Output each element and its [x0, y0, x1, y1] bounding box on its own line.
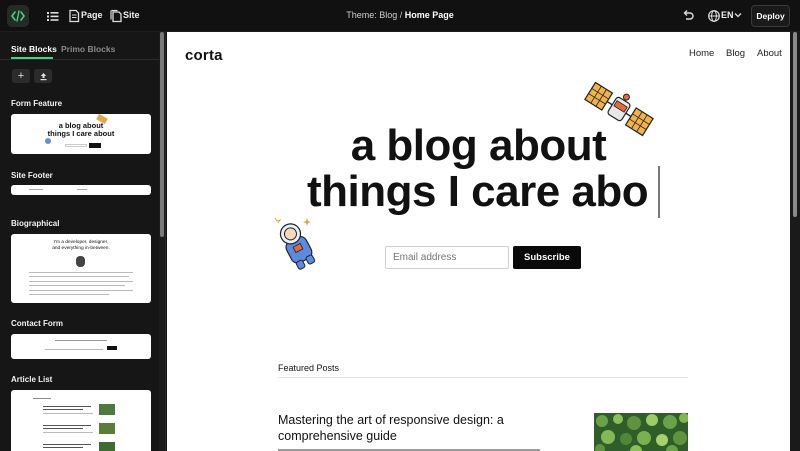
thumb-line — [29, 281, 133, 282]
thumb-line — [29, 285, 125, 286]
tab-primo-blocks[interactable]: Primo Blocks — [61, 44, 115, 54]
hero-heading-line-2[interactable]: things I care abo — [307, 168, 662, 216]
thumb-line — [55, 340, 107, 341]
thumb-line — [43, 444, 91, 445]
block-label-article-list: Article List — [11, 375, 53, 384]
astronaut-illustration — [274, 217, 316, 270]
breadcrumb-page: Home Page — [404, 10, 454, 20]
deploy-button[interactable]: Deploy — [751, 5, 790, 27]
post-thumbnail[interactable] — [594, 413, 688, 451]
chevron-down-icon[interactable] — [733, 10, 743, 20]
thumb-line — [29, 290, 133, 291]
block-thumb-site-footer[interactable] — [11, 185, 151, 195]
thumb-line — [77, 189, 87, 190]
undo-icon[interactable] — [681, 9, 695, 23]
block-label-form-feature: Form Feature — [11, 99, 63, 108]
thumb-input — [65, 144, 87, 147]
block-thumb-biographical[interactable]: I'm a developer, designer, and everythin… — [11, 234, 151, 303]
block-label-biographical: Biographical — [11, 219, 60, 228]
nav-link-about[interactable]: About — [757, 48, 782, 59]
language-label[interactable]: EN — [721, 10, 734, 20]
thumb-button — [107, 346, 117, 350]
astronaut-mini-icon — [45, 138, 51, 144]
divider — [278, 377, 688, 378]
nav-link-blog[interactable]: Blog — [726, 48, 745, 59]
breadcrumb: Theme: Blog / Home Page — [0, 10, 800, 20]
block-thumb-form-feature[interactable]: a blog about things I care about — [11, 114, 151, 154]
thumb-line — [29, 294, 109, 295]
upload-icon — [40, 72, 46, 80]
thumb-line — [43, 428, 83, 429]
thumb-image — [99, 442, 115, 451]
block-thumb-article-list[interactable] — [11, 390, 151, 451]
preview-scrollbar[interactable] — [793, 32, 797, 217]
featured-posts-heading: Featured Posts — [278, 363, 340, 373]
sidebar-tabs: Site Blocks Primo Blocks — [0, 32, 160, 60]
active-tab-indicator — [11, 57, 53, 59]
post-excerpt-clipped — [278, 449, 540, 451]
tab-site-blocks[interactable]: Site Blocks — [11, 44, 57, 54]
subscribe-button[interactable]: Subscribe — [513, 246, 581, 269]
post-title[interactable]: Mastering the art of responsive design: … — [278, 412, 538, 444]
nav-link-home[interactable]: Home — [689, 48, 714, 59]
thumb-button — [89, 143, 101, 148]
thumb-line — [29, 276, 129, 277]
hero-heading-line-1[interactable]: a blog about — [167, 124, 790, 168]
breadcrumb-theme[interactable]: Theme: Blog / — [346, 10, 402, 20]
block-label-site-footer: Site Footer — [11, 171, 53, 180]
thumb-line — [29, 189, 43, 190]
thumb-line — [43, 447, 83, 448]
text-cursor — [658, 166, 660, 218]
block-label-contact-form: Contact Form — [11, 319, 63, 328]
thumb-line — [43, 425, 91, 426]
block-thumb-contact-form[interactable] — [11, 334, 151, 359]
thumb-line — [43, 409, 83, 410]
blocks-sidebar: Site Blocks Primo Blocks + Form Feature … — [0, 32, 166, 451]
thumb-line — [33, 398, 51, 399]
thumb-image — [99, 404, 115, 415]
plus-icon: + — [17, 70, 25, 82]
thumb-line — [43, 432, 93, 433]
thumb-line — [43, 413, 93, 414]
thumb-line — [43, 406, 91, 407]
thumb-line — [29, 272, 133, 273]
thumb-input — [45, 347, 103, 350]
sidebar-scrollbar[interactable] — [160, 32, 164, 237]
email-input[interactable] — [385, 246, 509, 269]
site-logo[interactable]: corta — [185, 47, 223, 64]
thumb-bio-2: and everything in-between. — [52, 246, 110, 251]
thumb-image — [99, 423, 115, 434]
upload-block-button[interactable] — [34, 69, 52, 83]
avatar — [76, 256, 85, 267]
top-bar: Page Site Theme: Blog / Home Page EN Dep… — [0, 0, 800, 32]
thumb-title-2: things I care about — [47, 129, 115, 138]
globe-icon[interactable] — [707, 9, 721, 23]
page-preview: corta Home Blog About a blog about thing… — [167, 32, 790, 451]
add-block-button[interactable]: + — [12, 69, 30, 83]
